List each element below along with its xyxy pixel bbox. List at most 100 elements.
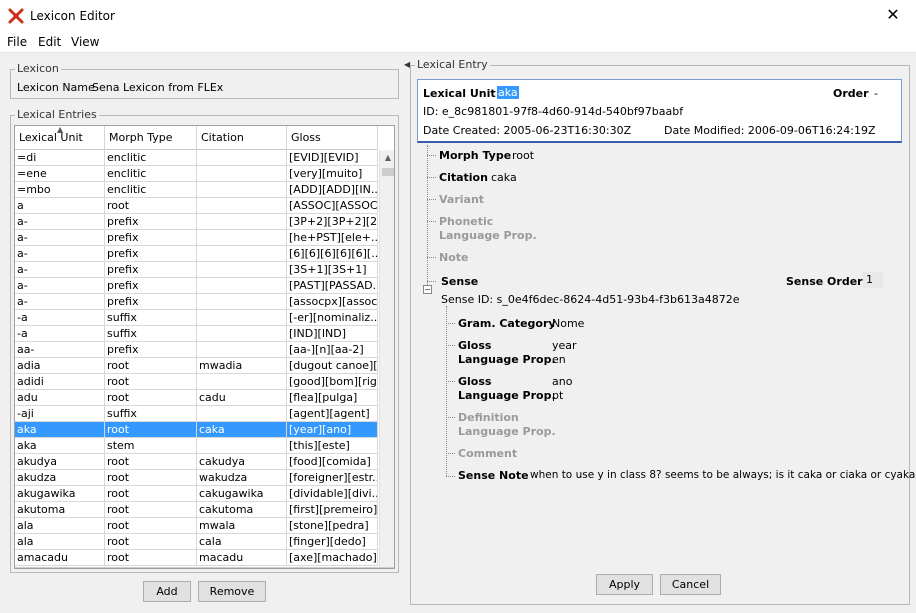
table-row[interactable]: ala root mwala [stone][pedra] xyxy=(15,518,378,534)
citation-cell xyxy=(197,326,287,342)
title-bar: Lexicon Editor ✕ xyxy=(0,0,916,31)
citation-cell xyxy=(197,374,287,390)
table-row[interactable]: a-prefix [3P+2][3P+2][2... xyxy=(15,214,378,230)
gloss-cell: [-er][nominaliz... xyxy=(289,310,378,326)
lexical-unit-cell: adidi xyxy=(15,374,105,390)
lexical-unit-cell: a- xyxy=(15,278,105,294)
citation-cell: cakudya xyxy=(197,454,287,470)
table-row[interactable]: ala root cala [finger][dedo] xyxy=(15,534,378,550)
lexical-unit-cell: a- xyxy=(15,294,105,310)
table-row[interactable]: -a suffix [IND][IND] xyxy=(15,326,378,342)
menu-view[interactable]: View xyxy=(71,35,99,49)
definition-label[interactable]: Definition xyxy=(458,411,519,424)
table-row[interactable]: aka root caka [year][ano] xyxy=(15,422,378,438)
gloss-cell: [PAST][PASSAD... xyxy=(289,278,378,294)
table-row[interactable]: =di enclitic [EVID][EVID] xyxy=(15,150,378,166)
morph-type-cell: suffix xyxy=(105,326,197,342)
date-created: Date Created: 2005-06-23T16:30:30Z xyxy=(423,124,632,137)
lexical-unit-cell: a- xyxy=(15,230,105,246)
sort-ascending-icon: ▲ xyxy=(57,125,64,134)
table-row[interactable]: akudya root cakudya [food][comida] xyxy=(15,454,378,470)
lexical-unit-cell: akugawika xyxy=(15,486,105,502)
vertical-scrollbar[interactable]: ▲ xyxy=(379,150,394,568)
table-row[interactable]: amacadu root macadu [axe][machado] xyxy=(15,550,378,566)
gloss-cell: [food][comida] xyxy=(287,454,378,470)
column-morph-type[interactable]: Morph Type xyxy=(105,126,197,150)
table-row[interactable]: =ene enclitic [very][muito] xyxy=(15,166,378,182)
apply-button[interactable]: Apply xyxy=(596,574,653,595)
add-button[interactable]: Add xyxy=(143,581,191,602)
comment-label[interactable]: Comment xyxy=(458,447,517,460)
table-row[interactable]: aa-prefix [aa-][n][aa-2] xyxy=(15,342,378,358)
citation-cell xyxy=(197,310,287,326)
note-label[interactable]: Note xyxy=(439,251,468,264)
lexical-unit-cell: ala xyxy=(15,534,105,550)
lexical-unit-cell: adu xyxy=(15,390,105,406)
citation-cell xyxy=(197,438,287,454)
order-value[interactable]: - xyxy=(874,87,878,100)
horizontal-scrollbar[interactable] xyxy=(15,567,394,568)
variant-label[interactable]: Variant xyxy=(439,193,484,206)
table-row[interactable]: a-prefix [PAST][PASSAD... xyxy=(15,278,378,294)
gloss2-language-value[interactable]: pt xyxy=(552,389,563,402)
column-citation[interactable]: Citation xyxy=(197,126,287,150)
lexical-unit-cell: aka xyxy=(15,438,105,454)
morph-type-label: Morph Type xyxy=(439,149,512,162)
app-logo-icon xyxy=(8,8,24,24)
menu-edit[interactable]: Edit xyxy=(38,35,61,49)
gram-category-value[interactable]: Nome xyxy=(552,317,584,330)
table-header: ▲ Lexical Unit Morph Type Citation Gloss xyxy=(15,126,378,150)
gloss-cell: [foreigner][estr... xyxy=(289,470,378,486)
menu-file[interactable]: File xyxy=(7,35,27,49)
table-row[interactable]: a-prefix [3S+1][3S+1] xyxy=(15,262,378,278)
table-row[interactable]: akugawika root cakugawika [dividable][divi.… xyxy=(15,486,378,502)
gloss1-language-value[interactable]: en xyxy=(552,353,566,366)
phonetic-label[interactable]: Phonetic xyxy=(439,215,493,228)
citation-cell: mwadia xyxy=(197,358,287,374)
morph-type-value[interactable]: root xyxy=(512,149,534,162)
citation-cell: cala xyxy=(197,534,287,550)
citation-value[interactable]: caka xyxy=(491,171,517,184)
gloss-cell: [aa-][n][aa-2] xyxy=(287,342,378,358)
table-row[interactable]: -a suffix [-er][nominaliz... xyxy=(15,310,378,326)
table-row[interactable]: a-prefix [he+PST][ele+... xyxy=(15,230,378,246)
column-gloss[interactable]: Gloss xyxy=(287,126,378,150)
gloss-cell: [this][este] xyxy=(287,438,378,454)
lexical-entries-table[interactable]: ▲ Lexical Unit Morph Type Citation Gloss… xyxy=(14,125,395,569)
table-row[interactable]: adu root cadu [flea][pulga] xyxy=(15,390,378,406)
gloss-cell: [finger][dedo] xyxy=(287,534,378,550)
table-row[interactable]: a root [ASSOC][ASSOC] xyxy=(15,198,378,214)
table-row[interactable]: akudza root wakudza [foreigner][estr... xyxy=(15,470,378,486)
sense-note-label: Sense Note xyxy=(458,469,529,482)
sense-order-field[interactable]: 1 xyxy=(863,272,883,288)
lexical-unit-field[interactable]: aka xyxy=(497,86,519,99)
sense-label: Sense xyxy=(441,275,479,288)
citation-cell xyxy=(197,262,287,278)
gloss1-value[interactable]: year xyxy=(552,339,577,352)
gloss-cell: [axe][machado] xyxy=(289,550,378,566)
gloss-cell: [6][6][6][6][6][... xyxy=(289,246,378,262)
table-row[interactable]: a-prefix [6][6][6][6][6][... xyxy=(15,246,378,262)
gloss2-value[interactable]: ano xyxy=(552,375,572,388)
cancel-button[interactable]: Cancel xyxy=(660,574,721,595)
table-row[interactable]: akutoma root cakutoma [first][premeiro] xyxy=(15,502,378,518)
lexical-unit-cell: aka xyxy=(15,422,105,438)
column-lexical-unit[interactable]: ▲ Lexical Unit xyxy=(15,126,105,150)
table-row[interactable]: a-prefix [assocpx][assoc... xyxy=(15,294,378,310)
scrollbar-thumb[interactable] xyxy=(382,168,394,176)
remove-button[interactable]: Remove xyxy=(198,581,266,602)
citation-cell xyxy=(197,246,287,262)
sense-note-value[interactable]: when to use y in class 8? seems to be al… xyxy=(530,469,916,481)
table-row[interactable]: adidi root [good][bom][rig... xyxy=(15,374,378,390)
close-icon[interactable]: ✕ xyxy=(870,0,916,31)
scroll-up-icon[interactable]: ▲ xyxy=(380,150,394,166)
gloss-cell: [3S+1][3S+1] xyxy=(287,262,378,278)
citation-label: Citation xyxy=(439,171,488,184)
table-row[interactable]: -aji suffix [agent][agent] xyxy=(15,406,378,422)
table-row[interactable]: adiarootmwadia[dugout canoe][... xyxy=(15,358,378,374)
sense-collapse-icon[interactable]: − xyxy=(423,285,432,294)
table-row[interactable]: aka stem [this][este] xyxy=(15,438,378,454)
lexical-unit-cell: -aji xyxy=(15,406,105,422)
table-row[interactable]: =mbo enclitic [ADD][ADD][IN... xyxy=(15,182,378,198)
morph-type-cell: prefix xyxy=(105,278,197,294)
